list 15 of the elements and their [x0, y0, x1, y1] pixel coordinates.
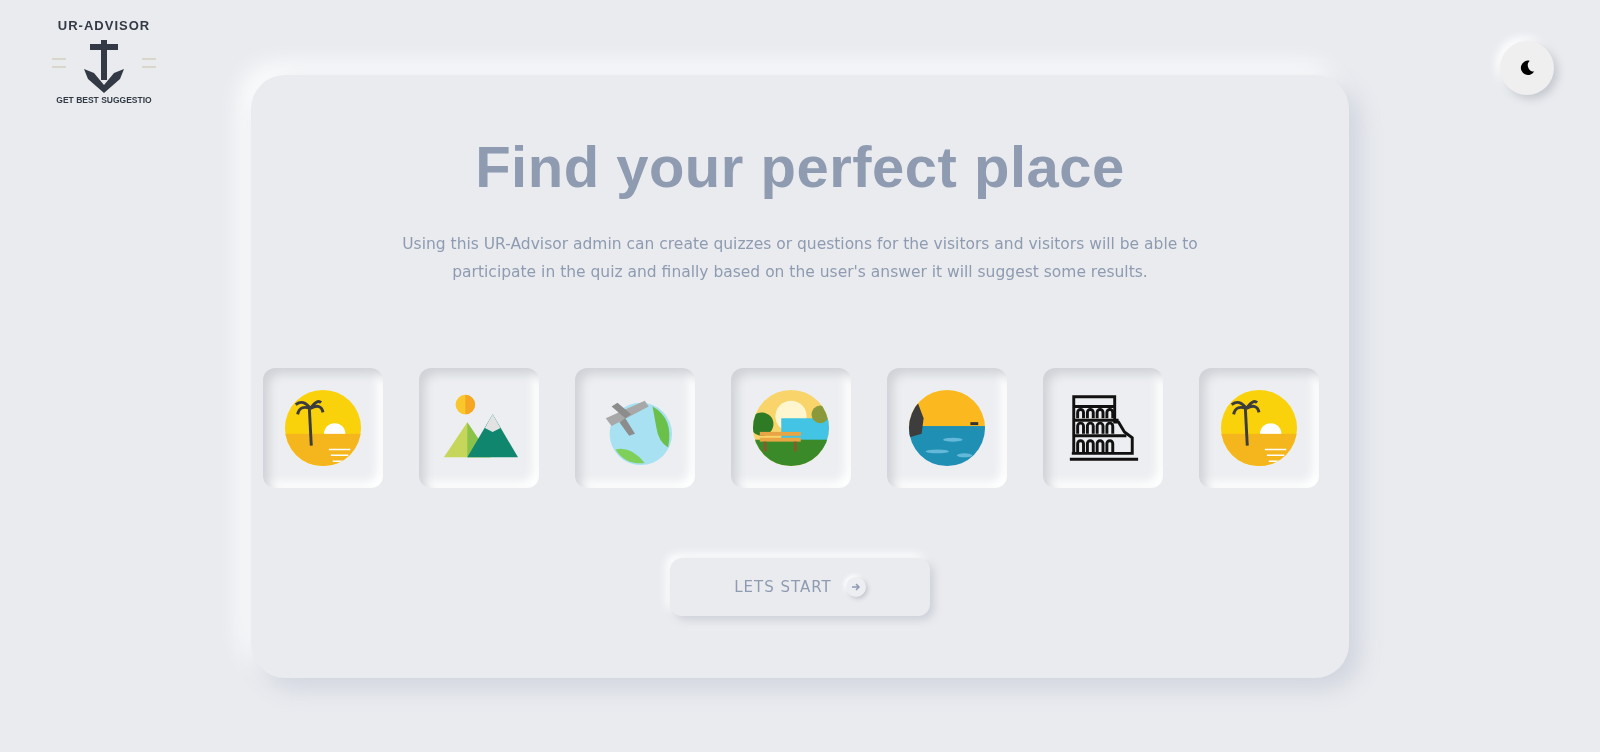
hero-title: Find your perfect place	[475, 133, 1125, 200]
sea-cliff-icon	[908, 389, 986, 467]
logo-tagline: GET BEST SUGGESTIO	[56, 95, 152, 105]
place-tile[interactable]	[731, 368, 851, 488]
start-button[interactable]: LETS START	[670, 558, 930, 616]
dark-mode-toggle[interactable]	[1500, 41, 1554, 95]
place-tile[interactable]	[263, 368, 383, 488]
place-tile[interactable]	[1199, 368, 1319, 488]
moon-icon	[1518, 59, 1536, 77]
logo-title: UR-ADVISOR	[57, 18, 151, 33]
hero-description: Using this UR-Advisor admin can create quizzes or questions for the visitors and visitors will be able to participate in the quiz and finally based on the user's answer it will suggest some results.	[401, 234, 1199, 283]
place-tile[interactable]	[1043, 368, 1163, 488]
place-tile[interactable]	[887, 368, 1007, 488]
place-tile[interactable]	[419, 368, 539, 488]
place-tile[interactable]	[575, 368, 695, 488]
